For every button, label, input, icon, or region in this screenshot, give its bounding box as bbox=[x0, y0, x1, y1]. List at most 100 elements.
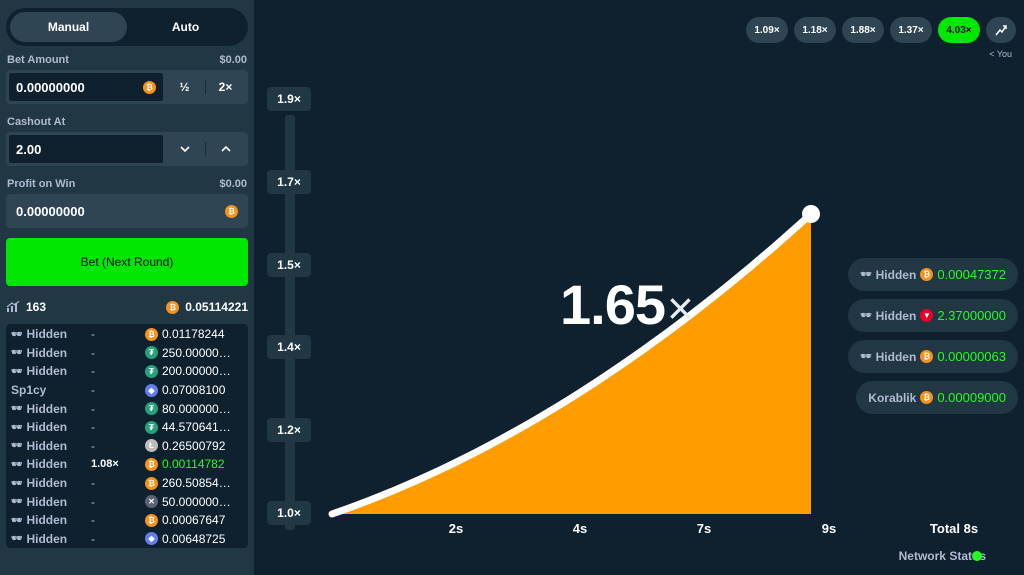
incognito-icon: 🕶 bbox=[11, 458, 23, 469]
player-row[interactable]: 🕶 Hidden - ₮ 250.00000… bbox=[11, 344, 243, 363]
player-multiplier: - bbox=[91, 327, 95, 342]
player-row[interactable]: 🕶 Hidden - Ł 0.26500792 bbox=[11, 437, 243, 456]
bet-amount-input[interactable]: 0.00000000 ₿ bbox=[8, 72, 164, 102]
player-amount-cell: ◆ 0.00648725 bbox=[145, 532, 225, 546]
x-axis-label: Total 8s bbox=[929, 521, 979, 536]
player-name: Hidden bbox=[26, 531, 68, 546]
player-name: Hidden bbox=[26, 420, 68, 435]
btc-icon: ₿ bbox=[145, 327, 158, 341]
tab-auto[interactable]: Auto bbox=[127, 12, 244, 42]
curve-head-dot bbox=[802, 205, 820, 223]
player-amount: 0.26500792 bbox=[162, 438, 226, 453]
double-button[interactable]: 2× bbox=[205, 72, 246, 102]
profit-label-row: Profit on Win $0.00 bbox=[7, 178, 247, 190]
bet-amount-label-row: Bet Amount $0.00 bbox=[7, 54, 247, 66]
player-multiplier: - bbox=[91, 345, 95, 360]
bet-amount-label: Bet Amount bbox=[7, 54, 69, 66]
player-name: Sp1cy bbox=[11, 383, 47, 398]
usdt-icon: ₮ bbox=[145, 346, 158, 360]
player-amount-cell: ₮ 200.00000… bbox=[145, 364, 231, 378]
player-amount-cell: ₿ 260.50854… bbox=[145, 476, 231, 490]
profit-usd: $0.00 bbox=[219, 178, 247, 190]
bet-panel: Manual Auto Bet Amount $0.00 0.00000000 … bbox=[0, 0, 254, 575]
cashout-item[interactable]: Korablik ₿ 0.00009000 bbox=[856, 381, 1018, 414]
player-name: Hidden bbox=[26, 513, 68, 528]
player-row[interactable]: 🕶 Hidden - ₮ 200.00000… bbox=[11, 362, 243, 381]
ltc-icon: Ł bbox=[145, 439, 158, 453]
player-name: Hidden bbox=[26, 364, 68, 379]
tab-manual[interactable]: Manual bbox=[10, 12, 127, 42]
player-amount: 44.570641… bbox=[162, 420, 231, 435]
cashout-amount: 0.00047372 bbox=[937, 267, 1006, 282]
usdt-icon: ₮ bbox=[145, 402, 158, 416]
half-button[interactable]: ½ bbox=[164, 72, 205, 102]
player-name-cell: 🕶 Hidden bbox=[11, 346, 91, 360]
cashout-item[interactable]: 🕶 Hidden ₿ 0.00000063 bbox=[848, 340, 1018, 373]
player-name: Hidden bbox=[26, 476, 68, 491]
player-name-cell: 🕶 Hidden bbox=[11, 439, 91, 453]
profit-field: 0.00000000 ₿ bbox=[8, 196, 246, 226]
player-row[interactable]: 🕶 Hidden - ✕ 50.000000… bbox=[11, 492, 243, 511]
player-multiplier: - bbox=[91, 494, 95, 509]
profit-value: 0.00000000 bbox=[16, 203, 85, 219]
player-name-cell: 🕶 Hidden bbox=[11, 532, 91, 546]
bet-amount-group: 0.00000000 ₿ ½ 2× bbox=[6, 70, 248, 104]
player-amount: 200.00000… bbox=[162, 364, 231, 379]
cashout-label: Cashout At bbox=[7, 116, 66, 128]
player-amount: 0.00067647 bbox=[162, 513, 226, 528]
incognito-icon: 🕶 bbox=[11, 421, 23, 432]
player-multiplier: - bbox=[91, 476, 95, 491]
player-name-cell: 🕶 Hidden bbox=[11, 420, 91, 434]
player-amount-cell: Ł 0.26500792 bbox=[145, 439, 225, 453]
cashout-decrease-button[interactable] bbox=[164, 134, 205, 164]
x-axis-label: 7s bbox=[696, 521, 712, 536]
player-amount-cell: ₮ 44.570641… bbox=[145, 420, 231, 434]
player-name-cell: 🕶 Hidden bbox=[11, 513, 91, 527]
player-row[interactable]: 🕶 Hidden - ₿ 0.00067647 bbox=[11, 511, 243, 530]
cashout-item[interactable]: 🕶 Hidden ▼ 2.37000000 bbox=[848, 299, 1018, 332]
bet-button[interactable]: Bet (Next Round) bbox=[6, 238, 248, 286]
total-bet: 0.05114221 bbox=[185, 300, 248, 314]
cashout-increase-button[interactable] bbox=[205, 134, 246, 164]
player-amount: 80.000000… bbox=[162, 401, 231, 416]
player-count: 163 bbox=[26, 300, 47, 314]
trx-icon: ▼ bbox=[920, 309, 934, 322]
player-name: Hidden bbox=[26, 457, 68, 472]
round-stats: 163 ₿ 0.05114221 bbox=[6, 300, 248, 314]
btc-icon: ₿ bbox=[145, 476, 158, 490]
cashout-input[interactable]: 2.00 bbox=[8, 134, 164, 164]
player-row[interactable]: 🕶 Hidden - ₮ 80.000000… bbox=[11, 399, 243, 418]
incognito-icon: 🕶 bbox=[11, 496, 23, 507]
cashout-group: 2.00 bbox=[6, 132, 248, 166]
player-amount: 50.000000… bbox=[162, 494, 231, 509]
player-name: Hidden bbox=[26, 401, 68, 416]
btc-icon: ₿ bbox=[166, 300, 180, 314]
incognito-icon: 🕶 bbox=[860, 310, 872, 320]
cashout-amount: 0.00009000 bbox=[937, 390, 1006, 405]
player-amount-cell: ₮ 80.000000… bbox=[145, 402, 231, 416]
usdt-icon: ₮ bbox=[145, 420, 158, 434]
player-amount-cell: ₮ 250.00000… bbox=[145, 346, 231, 360]
player-row[interactable]: Sp1cy - ◆ 0.07008100 bbox=[11, 381, 243, 400]
bet-amount-value: 0.00000000 bbox=[16, 79, 85, 95]
player-row[interactable]: 🕶 Hidden 1.08× ₿ 0.00114782 bbox=[11, 455, 243, 474]
network-status-dot bbox=[972, 551, 982, 561]
player-name-cell: 🕶 Hidden bbox=[11, 495, 91, 509]
incognito-icon: 🕶 bbox=[860, 351, 872, 361]
incognito-icon: 🕶 bbox=[11, 477, 23, 488]
player-name-cell: 🕶 Hidden bbox=[11, 457, 91, 471]
curve-area bbox=[332, 214, 811, 514]
incognito-icon: 🕶 bbox=[11, 533, 23, 544]
player-row[interactable]: 🕶 Hidden - ₿ 260.50854… bbox=[11, 474, 243, 493]
incognito-icon: 🕶 bbox=[11, 440, 23, 451]
player-row[interactable]: 🕶 Hidden - ₮ 44.570641… bbox=[11, 418, 243, 437]
player-row[interactable]: 🕶 Hidden - ◆ 0.00648725 bbox=[11, 530, 243, 549]
cashout-item[interactable]: 🕶 Hidden ₿ 0.00047372 bbox=[848, 258, 1018, 291]
multiplier-suffix: × bbox=[667, 282, 694, 334]
incognito-icon: 🕶 bbox=[11, 514, 23, 525]
incognito-icon: 🕶 bbox=[11, 328, 23, 339]
btc-icon: ₿ bbox=[145, 513, 158, 527]
player-name-cell: 🕶 Hidden bbox=[11, 476, 91, 490]
player-multiplier: - bbox=[91, 364, 95, 379]
player-row[interactable]: 🕶 Hidden - ₿ 0.01178244 bbox=[11, 325, 243, 344]
